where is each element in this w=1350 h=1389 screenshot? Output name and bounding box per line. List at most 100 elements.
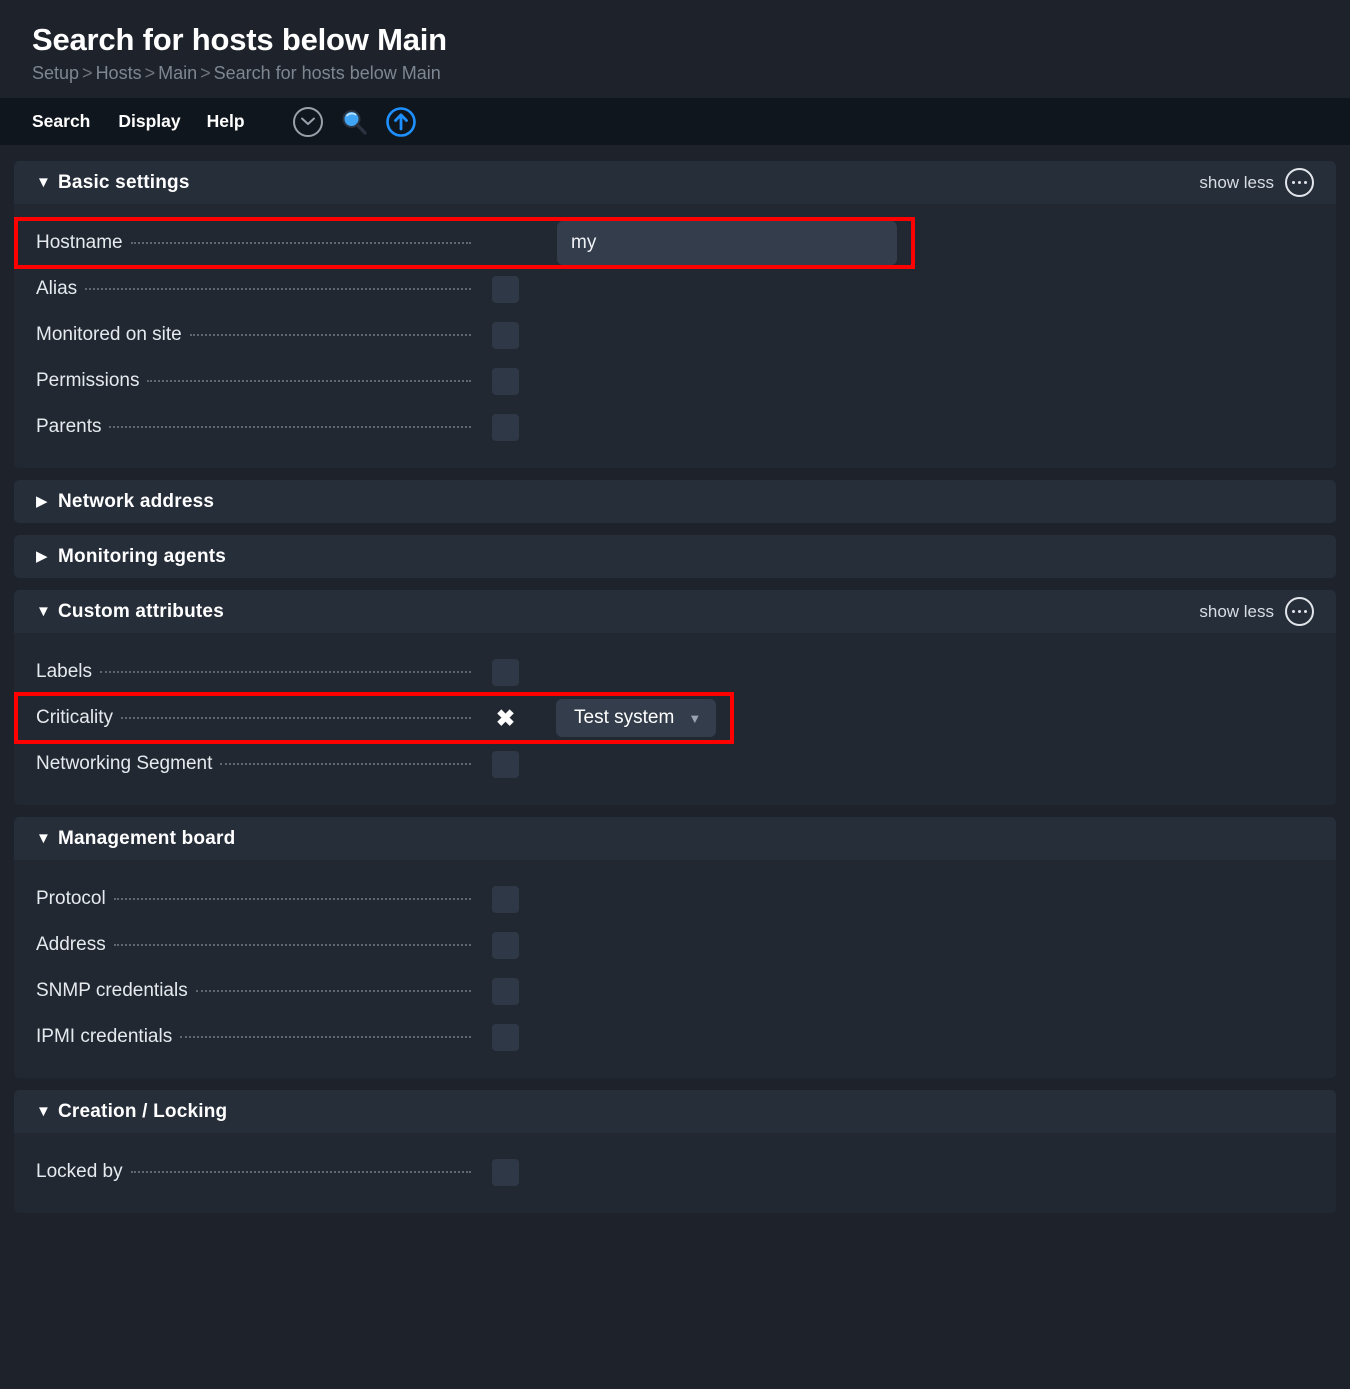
form-row: Criticality ✖ Test system ▼: [14, 695, 1336, 741]
row-label: Alias: [36, 278, 78, 300]
section-body: Protocol Address SNMP credentials IPMI cred…: [14, 860, 1336, 1079]
form-row: Permissions: [14, 358, 1336, 404]
row-control: [471, 658, 519, 686]
row-control: [471, 931, 519, 959]
row-checkbox[interactable]: [492, 885, 519, 913]
row-label: Locked by: [36, 1161, 123, 1183]
row-checkbox[interactable]: [492, 367, 519, 395]
row-label-cell: Locked by: [36, 1161, 471, 1183]
show-less-button[interactable]: show less: [1199, 602, 1274, 622]
row-label-cell: SNMP credentials: [36, 980, 471, 1002]
page-title: Search for hosts below Main: [32, 22, 447, 57]
row-label: Networking Segment: [36, 753, 213, 775]
breadcrumb-separator: >: [82, 62, 93, 83]
show-less-button[interactable]: show less: [1199, 173, 1274, 193]
form-row: Alias: [14, 266, 1336, 312]
row-control: [471, 367, 519, 395]
section-basic-settings: ▼ Basic settings show less Hostname Alias Mon…: [14, 161, 1336, 469]
breadcrumb-separator: >: [200, 62, 211, 83]
section-header[interactable]: ▶ Monitoring agents: [14, 535, 1336, 579]
dotted-leader: [113, 898, 471, 901]
row-checkbox[interactable]: [492, 931, 519, 959]
menu-item-display[interactable]: Display: [118, 111, 206, 132]
dotted-leader: [189, 334, 471, 337]
breadcrumb-item[interactable]: Setup: [32, 63, 79, 83]
row-label: Parents: [36, 416, 102, 438]
page-header: Search for hosts below Main Setup > Hosts >…: [0, 0, 1350, 99]
row-label-cell: Criticality: [36, 707, 471, 729]
section-tools: show less: [1199, 597, 1322, 627]
row-label: Address: [36, 934, 106, 956]
triangle-down-icon: ▼: [36, 603, 51, 621]
triangle-right-icon: ▶: [36, 493, 48, 511]
section-header[interactable]: ▼ Basic settings show less: [14, 161, 1336, 205]
row-control: [471, 750, 519, 778]
row-checkbox[interactable]: [492, 413, 519, 441]
row-checkbox[interactable]: [492, 275, 519, 303]
criticality-select[interactable]: Test system ▼: [556, 699, 717, 738]
section-creation-locking: ▼ Creation / Locking Locked by: [14, 1090, 1336, 1214]
breadcrumb-item[interactable]: Hosts: [96, 63, 142, 83]
form-row: Locked by: [14, 1149, 1336, 1195]
section-monitoring-agents: ▶ Monitoring agents: [14, 535, 1336, 579]
section-header[interactable]: ▼ Creation / Locking: [14, 1090, 1336, 1134]
row-checkbox[interactable]: [492, 750, 519, 778]
dotted-leader: [130, 242, 471, 245]
hostname-input[interactable]: [557, 221, 897, 266]
row-checkbox[interactable]: [492, 321, 519, 349]
ellipsis-circle-icon[interactable]: [1285, 168, 1314, 198]
section-header[interactable]: ▼ Custom attributes show less: [14, 590, 1336, 634]
row-label: Permissions: [36, 370, 140, 392]
section-title: Management board: [58, 827, 236, 849]
row-control: [471, 977, 519, 1005]
section-header[interactable]: ▶ Network address: [14, 480, 1336, 524]
chevron-down-circle-icon[interactable]: [292, 106, 323, 137]
section-title: Monitoring agents: [58, 545, 227, 567]
row-control: [471, 321, 519, 349]
breadcrumb: Setup > Hosts > Main > Search for hosts below …: [32, 63, 1350, 85]
chevron-down-icon: ▼: [688, 710, 702, 726]
dotted-leader: [121, 717, 471, 720]
row-label-cell: Permissions: [36, 370, 471, 392]
row-control: [471, 275, 519, 303]
dotted-leader: [113, 944, 471, 947]
row-label-cell: Labels: [36, 661, 471, 683]
breadcrumb-item[interactable]: Main: [158, 63, 197, 83]
menu-item-help[interactable]: Help: [207, 111, 271, 132]
upload-circle-icon[interactable]: [385, 106, 417, 138]
form-row: Labels: [14, 649, 1336, 695]
form-row: Networking Segment: [14, 741, 1336, 787]
row-label-cell: Monitored on site: [36, 324, 471, 346]
dotted-leader: [220, 763, 471, 766]
dotted-leader: [100, 671, 471, 674]
row-label-cell: Hostname: [36, 232, 471, 254]
dotted-leader: [195, 990, 471, 993]
row-label: Monitored on site: [36, 324, 182, 346]
form-row: Protocol: [14, 876, 1336, 922]
form-row: Monitored on site: [14, 312, 1336, 358]
row-label: Hostname: [36, 232, 123, 254]
row-control: [471, 885, 519, 913]
row-checkbox[interactable]: [492, 1023, 519, 1051]
row-label: IPMI credentials: [36, 1026, 173, 1048]
section-header[interactable]: ▼ Management board: [14, 817, 1336, 861]
form-content: ▼ Basic settings show less Hostname Alias Mon…: [0, 145, 1350, 1214]
section-body: Locked by: [14, 1133, 1336, 1214]
triangle-down-icon: ▼: [36, 174, 51, 192]
row-checkbox[interactable]: [492, 1158, 519, 1186]
form-row: Address: [14, 922, 1336, 968]
menu-item-search[interactable]: Search: [32, 111, 118, 132]
row-label: Labels: [36, 661, 92, 683]
row-checkbox[interactable]: ✖: [492, 705, 519, 732]
search-icon[interactable]: [339, 107, 369, 137]
select-value: Test system: [574, 707, 675, 729]
section-title: Network address: [58, 490, 215, 512]
breadcrumb-item: Search for hosts below Main: [213, 62, 441, 83]
row-label-cell: Address: [36, 934, 471, 956]
menu-bar: Search Display Help: [0, 98, 1350, 146]
row-label: Protocol: [36, 888, 106, 910]
ellipsis-circle-icon[interactable]: [1285, 597, 1314, 627]
form-row: SNMP credentials: [14, 968, 1336, 1014]
row-checkbox[interactable]: [492, 977, 519, 1005]
row-checkbox[interactable]: [492, 658, 519, 686]
